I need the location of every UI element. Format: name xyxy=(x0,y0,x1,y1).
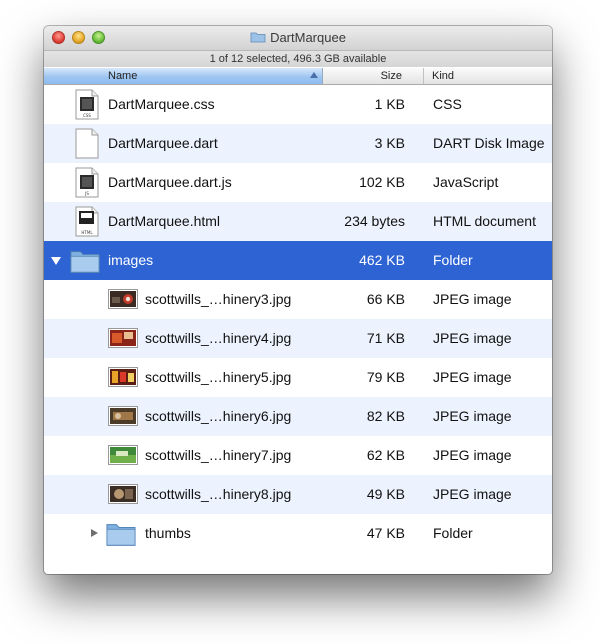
file-kind: JPEG image xyxy=(433,369,512,385)
list-item[interactable]: thumbs 47 KB Folder xyxy=(44,514,552,553)
file-size: 66 KB xyxy=(366,291,405,307)
file-size: 79 KB xyxy=(366,369,405,385)
status-bar: 1 of 12 selected, 496.3 GB available xyxy=(44,51,552,67)
file-kind: Folder xyxy=(433,252,473,268)
file-kind: JPEG image xyxy=(433,291,512,307)
finder-window: DartMarquee 1 of 12 selected, 496.3 GB a… xyxy=(44,26,552,574)
list-item[interactable]: JS DartMarquee.dart.js 102 KB JavaScript xyxy=(44,163,552,202)
list-item[interactable]: scottwills_…hinery3.jpg 66 KB JPEG image xyxy=(44,280,552,319)
file-size: 71 KB xyxy=(366,330,405,346)
blank-file-icon xyxy=(75,128,99,159)
file-name: scottwills_…hinery4.jpg xyxy=(145,330,292,346)
column-header: Name Size Kind xyxy=(44,68,552,85)
folder-icon xyxy=(70,251,100,273)
file-name: DartMarquee.dart.js xyxy=(108,174,232,190)
svg-text:CSS: CSS xyxy=(83,113,91,118)
file-name: scottwills_…hinery3.jpg xyxy=(145,291,292,307)
window-title-text: DartMarquee xyxy=(270,30,346,45)
file-size: 62 KB xyxy=(366,447,405,463)
folder-icon xyxy=(106,524,136,546)
jpeg-thumbnail-icon xyxy=(108,328,138,348)
file-name: thumbs xyxy=(145,525,191,541)
list-item[interactable]: DartMarquee.dart 3 KB DART Disk Image xyxy=(44,124,552,163)
jpeg-thumbnail-icon xyxy=(108,445,138,465)
list-item-selected[interactable]: images 462 KB Folder xyxy=(44,241,552,280)
window-title: DartMarquee xyxy=(44,26,552,50)
disclosure-triangle-closed-icon[interactable] xyxy=(91,529,98,537)
column-header-kind[interactable]: Kind xyxy=(432,68,454,84)
list-item[interactable]: CSS DartMarquee.css 1 KB CSS xyxy=(44,85,552,124)
folder-icon xyxy=(250,32,266,43)
list-item[interactable]: scottwills_…hinery8.jpg 49 KB JPEG image xyxy=(44,475,552,514)
jpeg-thumbnail-icon xyxy=(108,484,138,504)
html-file-icon: HTML xyxy=(75,206,99,237)
file-kind: JavaScript xyxy=(433,174,499,190)
file-size: 82 KB xyxy=(366,408,405,424)
file-kind: CSS xyxy=(433,96,462,112)
file-size: 102 KB xyxy=(359,174,405,190)
jpeg-thumbnail-icon xyxy=(108,289,138,309)
file-size: 234 bytes xyxy=(344,213,405,229)
column-header-name[interactable]: Name xyxy=(44,68,323,84)
svg-text:HTML: HTML xyxy=(81,230,93,235)
file-kind: JPEG image xyxy=(433,408,512,424)
jpeg-thumbnail-icon xyxy=(108,367,138,387)
column-name-label: Name xyxy=(108,70,138,82)
list-item[interactable]: scottwills_…hinery5.jpg 79 KB JPEG image xyxy=(44,358,552,397)
file-size: 462 KB xyxy=(359,252,405,268)
title-bar[interactable]: DartMarquee xyxy=(44,26,552,51)
css-file-icon: CSS xyxy=(75,89,99,120)
svg-text:JS: JS xyxy=(84,191,89,196)
file-kind: Folder xyxy=(433,525,473,541)
disclosure-triangle-open-icon[interactable] xyxy=(51,257,61,265)
file-name: DartMarquee.css xyxy=(108,96,215,112)
file-size: 1 KB xyxy=(374,96,405,112)
file-name: DartMarquee.html xyxy=(108,213,221,229)
file-name: scottwills_…hinery5.jpg xyxy=(145,369,292,385)
file-kind: JPEG image xyxy=(433,330,512,346)
list-item[interactable]: HTML DartMarquee.html 234 bytes HTML doc… xyxy=(44,202,552,241)
file-kind: JPEG image xyxy=(433,486,512,502)
list-item[interactable]: scottwills_…hinery7.jpg 62 KB JPEG image xyxy=(44,436,552,475)
jpeg-thumbnail-icon xyxy=(108,406,138,426)
file-size: 3 KB xyxy=(374,135,405,151)
file-name: images xyxy=(108,252,154,268)
file-name: scottwills_…hinery7.jpg xyxy=(145,447,292,463)
file-kind: DART Disk Image xyxy=(433,135,545,151)
status-text: 1 of 12 selected, 496.3 GB available xyxy=(209,53,387,65)
file-name: DartMarquee.dart xyxy=(108,135,218,151)
file-list: CSS DartMarquee.css 1 KB CSS DartMarquee… xyxy=(44,85,552,553)
file-kind: HTML document xyxy=(433,213,536,229)
file-name: scottwills_…hinery6.jpg xyxy=(145,408,292,424)
file-kind: JPEG image xyxy=(433,447,512,463)
file-name: scottwills_…hinery8.jpg xyxy=(145,486,292,502)
file-size: 47 KB xyxy=(366,525,405,541)
column-kind-label: Kind xyxy=(432,70,455,82)
column-header-size[interactable]: Size xyxy=(323,68,424,84)
sort-ascending-icon xyxy=(310,72,318,78)
js-file-icon: JS xyxy=(75,167,99,198)
file-size: 49 KB xyxy=(366,486,405,502)
list-item[interactable]: scottwills_…hinery6.jpg 82 KB JPEG image xyxy=(44,397,552,436)
column-size-label: Size xyxy=(380,70,402,82)
list-item[interactable]: scottwills_…hinery4.jpg 71 KB JPEG image xyxy=(44,319,552,358)
